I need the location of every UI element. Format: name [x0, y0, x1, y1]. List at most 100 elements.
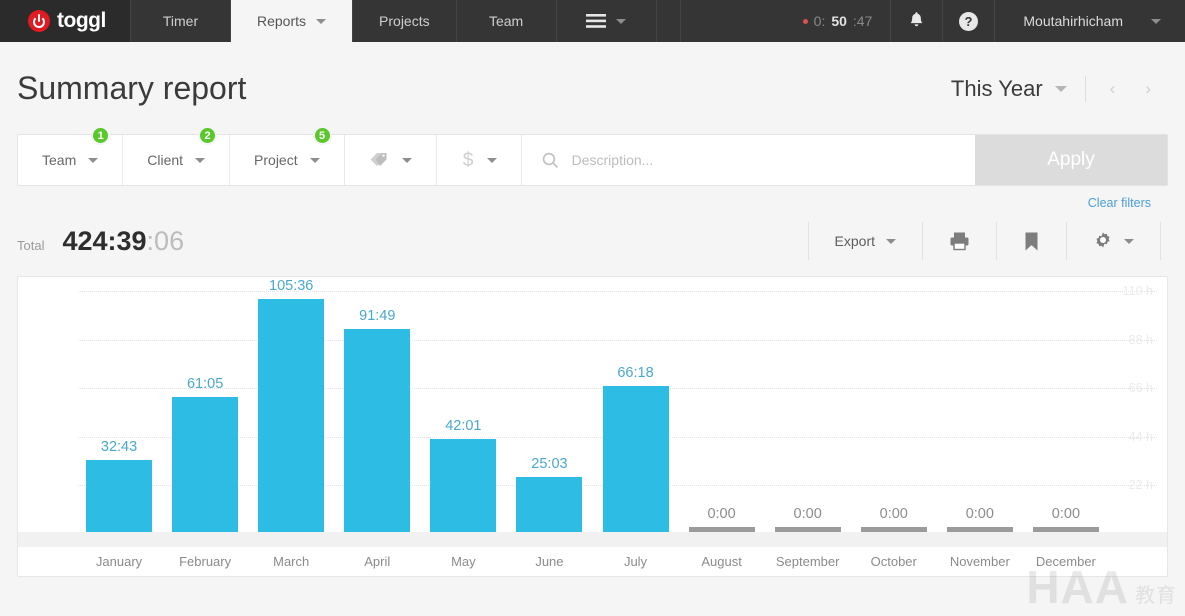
bar[interactable]	[344, 329, 411, 532]
bar[interactable]	[1032, 527, 1099, 532]
help-button[interactable]: ?	[942, 0, 994, 42]
bar[interactable]	[258, 298, 325, 532]
running-timer[interactable]: 0: 50:47	[680, 0, 890, 42]
bar[interactable]	[86, 459, 153, 532]
filter-team-badge: 1	[91, 126, 111, 145]
tag-icon	[370, 153, 387, 166]
bar-column[interactable]: 105:36	[248, 278, 334, 532]
bar-column[interactable]: 42:01	[420, 291, 506, 532]
chevron-down-icon	[195, 157, 206, 163]
bar[interactable]	[860, 527, 927, 532]
bar-column[interactable]: 66:18	[592, 291, 678, 532]
bar-value-label: 0:00	[793, 506, 822, 522]
x-axis-tick-label: October	[870, 554, 917, 569]
search-icon	[542, 152, 558, 168]
prev-period-button[interactable]: ‹	[1104, 79, 1122, 99]
x-axis-tick-label: January	[95, 554, 143, 569]
y-axis-tick-label: 66 h	[1128, 381, 1153, 396]
filter-client[interactable]: 2 Client	[123, 126, 231, 185]
bar[interactable]	[946, 527, 1013, 532]
chevron-down-icon	[316, 18, 327, 24]
filter-bar: 1 Team 2 Client 5 Project $ Description.…	[17, 126, 1168, 186]
user-menu[interactable]: Moutahirhicham	[994, 0, 1185, 42]
export-button[interactable]: Export	[807, 222, 922, 260]
bar-column[interactable]: 25:03	[506, 291, 592, 532]
bar-value-label: 91:49	[359, 308, 396, 325]
apply-button[interactable]: Apply	[975, 135, 1167, 185]
date-range-selector[interactable]: This Year	[951, 76, 1067, 102]
total-hours-minutes: 424:39	[62, 225, 147, 256]
bar[interactable]	[516, 476, 583, 532]
x-axis-tick-label: June	[535, 554, 564, 569]
bar-column[interactable]: 0:00	[851, 291, 937, 532]
nav-item-team[interactable]: Team	[455, 0, 556, 42]
chart-plot-area: 32:43 61:05 105:36 91:49 42:01 25:03 66:18 0:00…	[76, 278, 1109, 532]
divider	[1084, 75, 1086, 102]
filter-billable[interactable]: $	[437, 135, 522, 185]
bar-value-label: 0:00	[707, 506, 736, 522]
bar[interactable]	[688, 527, 755, 532]
filter-project[interactable]: 5 Project	[230, 126, 345, 185]
nav-menu-button[interactable]	[555, 0, 656, 42]
brand-logo[interactable]: toggl	[0, 0, 130, 42]
filter-tags[interactable]	[345, 135, 437, 185]
bar-column[interactable]: 0:00	[937, 291, 1023, 532]
total-seconds: :06	[146, 225, 185, 256]
x-axis-tick-label: November	[949, 554, 1010, 569]
bookmark-icon	[1025, 232, 1038, 250]
filter-team[interactable]: 1 Team	[18, 126, 124, 185]
date-range-label: This Year	[950, 75, 1043, 101]
bar-column[interactable]: 0:00	[679, 291, 765, 532]
bar-column[interactable]: 0:00	[1023, 291, 1109, 532]
bar-value-label: 42:01	[445, 418, 482, 435]
bar-column[interactable]: 32:43	[76, 291, 162, 532]
page-title: Summary report	[17, 70, 247, 106]
dollar-icon: $	[462, 150, 473, 171]
filter-section: 1 Team 2 Client 5 Project $ Description.…	[0, 107, 1185, 210]
bar-column[interactable]: 0:00	[765, 291, 851, 532]
bar-value-label: 105:36	[269, 277, 314, 294]
nav-item-team-label: Team	[488, 13, 524, 29]
nav-item-projects-label: Projects	[379, 13, 430, 29]
svg-text:$: $	[462, 150, 473, 171]
x-axis-tick-label: May	[451, 554, 476, 569]
nav-item-timer[interactable]: Timer	[130, 0, 230, 42]
bar[interactable]	[430, 439, 497, 532]
nav-item-projects[interactable]: Projects	[352, 0, 456, 42]
filter-project-label: Project	[254, 152, 298, 168]
print-button[interactable]	[922, 222, 996, 260]
chevron-down-icon	[486, 157, 497, 163]
watermark-sub: 教育	[1135, 585, 1177, 607]
settings-button[interactable]	[1066, 222, 1161, 260]
bar-value-label: 25:03	[531, 455, 568, 472]
total-label: Total	[17, 237, 45, 253]
timer-seconds: :47	[852, 13, 873, 29]
chevron-down-icon	[616, 18, 627, 24]
notifications-button[interactable]	[890, 0, 942, 42]
toggl-power-icon	[28, 10, 50, 32]
x-axis-tick-label: February	[179, 554, 232, 569]
total-row: Total 424:39:06 Export	[0, 210, 1185, 260]
bar[interactable]	[774, 527, 841, 532]
bookmark-button[interactable]	[996, 222, 1066, 260]
bar-column[interactable]: 91:49	[334, 291, 420, 532]
top-navbar: toggl Timer Reports Projects Team 0: 50:4…	[0, 0, 1185, 42]
total-summary: Total 424:39:06	[17, 226, 184, 257]
bar[interactable]	[172, 397, 239, 532]
hamburger-icon	[586, 14, 607, 28]
help-circle-icon: ?	[959, 11, 979, 31]
bar-value-label: 66:18	[617, 364, 654, 381]
nav-item-reports-label: Reports	[257, 13, 307, 29]
nav-item-reports[interactable]: Reports	[230, 0, 353, 42]
chevron-down-icon	[886, 238, 896, 244]
search-input[interactable]: Description...	[572, 152, 654, 168]
y-axis-tick-label: 110 h	[1122, 284, 1153, 298]
description-search[interactable]: Description...	[522, 135, 975, 185]
chevron-down-icon	[1151, 18, 1161, 24]
brand-name: toggl	[57, 9, 106, 32]
bar[interactable]	[602, 385, 669, 532]
clear-filters-link[interactable]: Clear filters	[17, 186, 1168, 210]
bar-column[interactable]: 61:05	[162, 291, 248, 532]
filter-client-label: Client	[147, 152, 184, 168]
next-period-button[interactable]: ›	[1139, 79, 1157, 99]
